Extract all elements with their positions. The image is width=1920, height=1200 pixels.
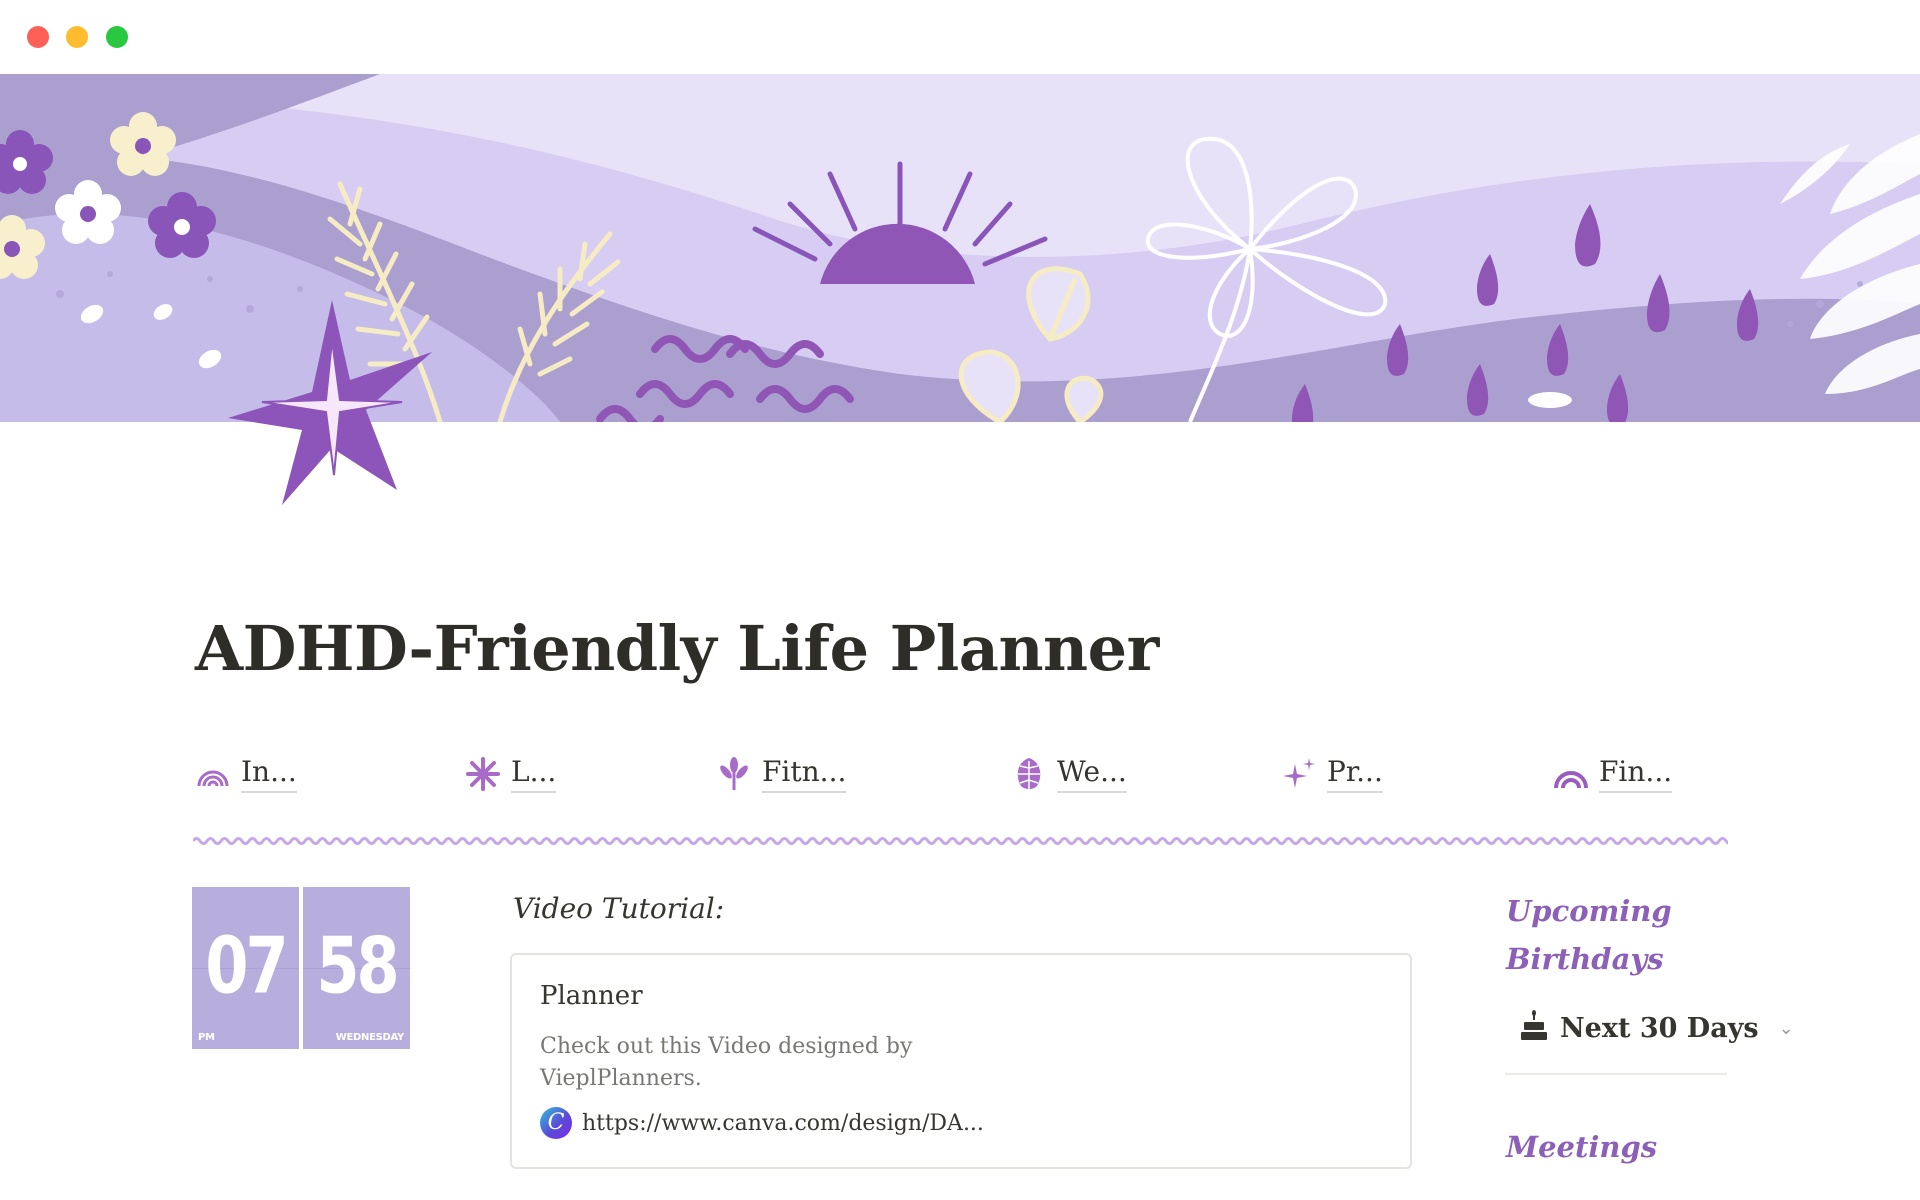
- page-title: ADHD-Friendly Life Planner: [195, 612, 1159, 685]
- nav-link-label: Fin...: [1599, 755, 1673, 793]
- minimize-window-button[interactable]: [66, 26, 88, 48]
- nav-link-label: In...: [241, 755, 297, 793]
- bookmark-description: Check out this Video designed by VieplPl…: [540, 1034, 913, 1091]
- nav-link-we[interactable]: We...: [1011, 752, 1127, 796]
- bookmark-url-row: C https://www.canva.com/design/DA...: [540, 1107, 984, 1139]
- chevron-down-icon: ⌄: [1778, 1017, 1794, 1039]
- rainbow-icon: [1553, 756, 1589, 792]
- nav-link-label: L...: [511, 755, 557, 793]
- meetings-heading: Meetings: [1506, 1130, 1658, 1164]
- video-tutorial-heading: Video Tutorial:: [513, 892, 725, 925]
- upcoming-birthdays-heading: Upcoming Birthdays: [1506, 894, 1672, 976]
- nav-link-label: We...: [1057, 755, 1127, 793]
- nav-link-label: Fitn...: [762, 755, 847, 793]
- nav-link-pr[interactable]: Pr...: [1281, 752, 1383, 796]
- clock-hour: 07: [205, 919, 288, 1012]
- birthdays-view-label: Next 30 Days: [1560, 1012, 1759, 1044]
- bookmark-title: Planner: [540, 981, 643, 1011]
- close-window-button[interactable]: [27, 26, 49, 48]
- clock-period: PM: [198, 1032, 215, 1043]
- sprout-icon: [716, 756, 752, 792]
- clock-weekday: WEDNESDAY: [335, 1032, 405, 1043]
- nav-link-fitness[interactable]: Fitn...: [716, 752, 847, 796]
- sidebar-divider: [1505, 1073, 1727, 1075]
- flower-burst-icon: [465, 756, 501, 792]
- window-titlebar: [0, 0, 1920, 74]
- nav-link-l[interactable]: L...: [465, 752, 557, 796]
- clock-minute: 58: [316, 919, 399, 1012]
- nav-link-in[interactable]: In...: [195, 752, 297, 796]
- bookmark-url: https://www.canva.com/design/DA...: [582, 1110, 984, 1136]
- purple-star-icon[interactable]: [222, 300, 442, 520]
- canva-icon: C: [540, 1107, 572, 1139]
- maximize-window-button[interactable]: [106, 26, 128, 48]
- nav-link-label: Pr...: [1327, 755, 1383, 793]
- clock-minute-tile: 58 WEDNESDAY: [303, 887, 410, 1049]
- wavy-divider: [193, 837, 1728, 845]
- monstera-leaf-icon: [1011, 756, 1047, 792]
- birthday-cake-icon: [1520, 1010, 1548, 1046]
- rainbow-icon: [195, 756, 231, 792]
- birthdays-view-dropdown[interactable]: Next 30 Days ⌄: [1520, 1010, 1794, 1046]
- sparkles-icon: [1281, 756, 1317, 792]
- nav-link-finance[interactable]: Fin...: [1553, 752, 1673, 796]
- flip-clock-widget: 07 PM 58 WEDNESDAY: [192, 887, 410, 1049]
- clock-hour-tile: 07 PM: [192, 887, 299, 1049]
- video-bookmark-card[interactable]: Planner Check out this Video designed by…: [510, 953, 1412, 1169]
